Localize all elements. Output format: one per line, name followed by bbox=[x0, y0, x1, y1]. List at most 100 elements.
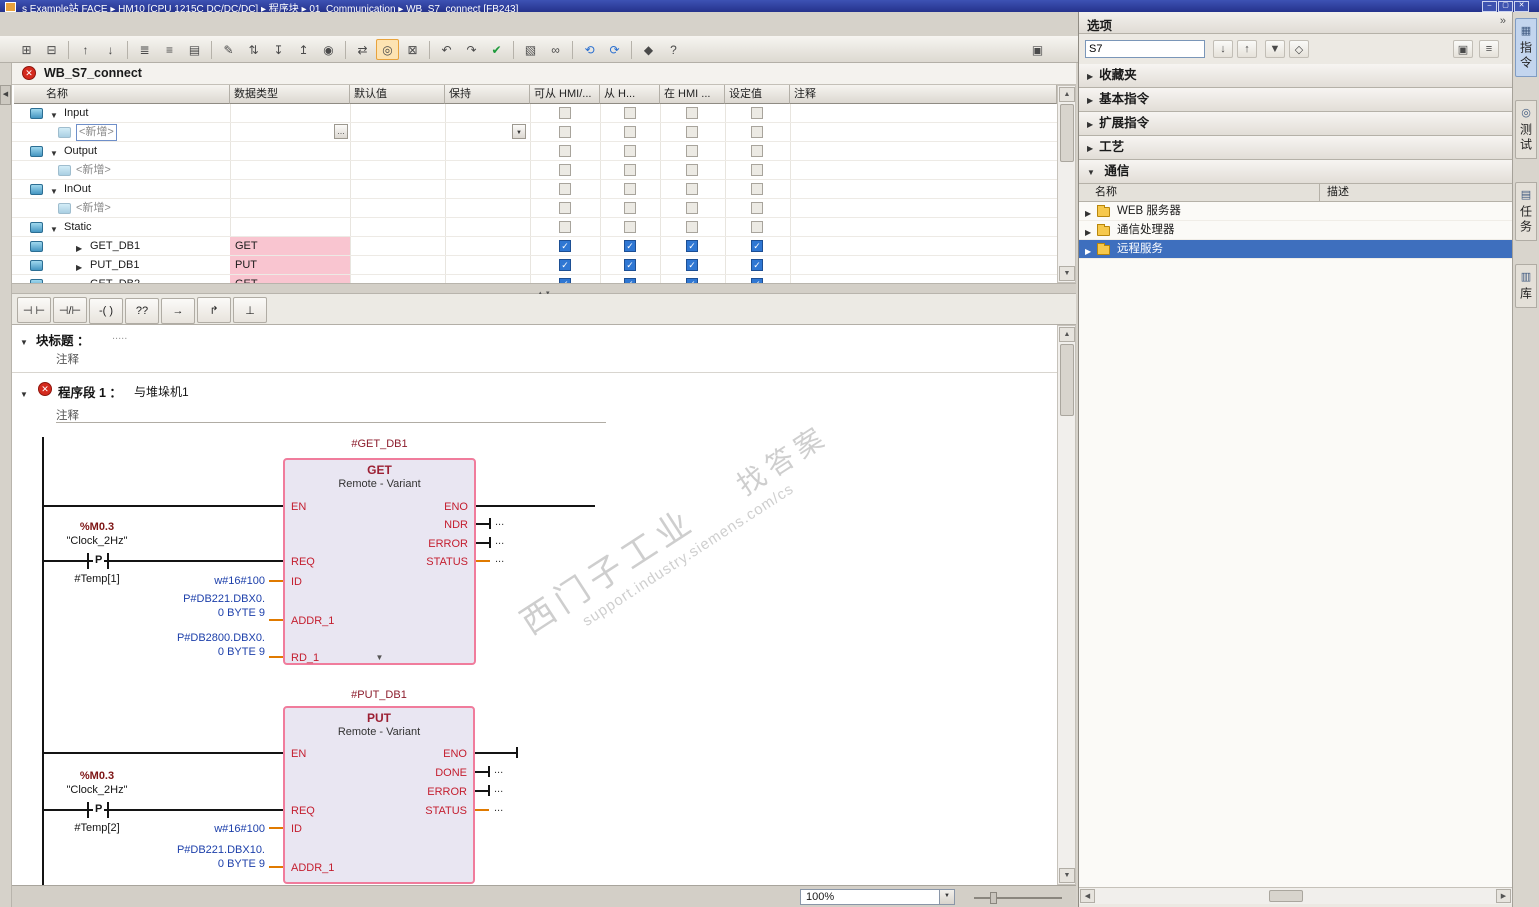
col-header-setpoint[interactable]: 设定值 bbox=[725, 85, 790, 104]
hmi-checkbox[interactable] bbox=[559, 240, 571, 252]
help-icon[interactable]: ? bbox=[662, 39, 685, 60]
open-branch-icon[interactable]: → bbox=[161, 297, 195, 324]
insert-row-icon[interactable]: ⊞ bbox=[15, 39, 38, 60]
zoom-select[interactable]: 100% bbox=[800, 889, 955, 905]
operand-addr1-line2[interactable]: 0 BYTE 9 bbox=[122, 607, 265, 619]
sync-online-icon[interactable]: ⟳ bbox=[603, 39, 626, 60]
upload-from-device-icon[interactable]: ↥ bbox=[292, 39, 315, 60]
pin-error[interactable]: ERROR bbox=[427, 786, 467, 798]
interface-row[interactable]: <新增> bbox=[12, 123, 1057, 142]
snapshot-icon[interactable]: ◉ bbox=[317, 39, 340, 60]
pin-status[interactable]: STATUS bbox=[426, 556, 468, 568]
instruction-search-input[interactable] bbox=[1085, 40, 1205, 58]
status-placeholder[interactable]: ... bbox=[495, 553, 504, 565]
col-header-name[interactable]: 名称 bbox=[14, 85, 230, 104]
datatype-cell[interactable]: GET bbox=[230, 275, 350, 283]
pin-req[interactable]: REQ bbox=[291, 805, 315, 817]
task-card-1[interactable]: ▦ 指令 bbox=[1515, 18, 1537, 77]
put-instance-label[interactable]: #PUT_DB1 bbox=[283, 689, 475, 701]
expand-all-icon[interactable]: ≣ bbox=[133, 39, 156, 60]
comm-folder-row[interactable]: WEB 服务器 bbox=[1079, 202, 1512, 221]
operand-addr1-line1[interactable]: P#DB221.DBX0. bbox=[122, 593, 265, 605]
network-title[interactable]: 与堆垛机1 bbox=[134, 383, 189, 400]
hmi-checkbox[interactable] bbox=[686, 145, 698, 157]
import-export-icon[interactable]: ⇅ bbox=[242, 39, 265, 60]
get-block[interactable]: GET Remote - Variant EN REQ ID ADDR_1 RD… bbox=[283, 458, 476, 665]
col-header-datatype[interactable]: 数据类型 bbox=[230, 85, 350, 104]
pin-en[interactable]: EN bbox=[291, 501, 306, 513]
hmi-checkbox[interactable] bbox=[686, 126, 698, 138]
instruction-section-1[interactable]: 基本指令 bbox=[1079, 88, 1512, 112]
hmi-checkbox[interactable] bbox=[559, 221, 571, 233]
row-name[interactable]: GET_DB2 bbox=[90, 275, 140, 283]
pin-addr1[interactable]: ADDR_1 bbox=[291, 862, 334, 874]
done-placeholder[interactable]: ... bbox=[494, 764, 503, 776]
hmi-checkbox[interactable] bbox=[686, 107, 698, 119]
hmi-checkbox[interactable] bbox=[559, 259, 571, 271]
hmi-checkbox[interactable] bbox=[686, 259, 698, 271]
insert-network-icon[interactable]: ⊥ bbox=[233, 297, 267, 323]
pin-done[interactable]: DONE bbox=[435, 767, 467, 779]
operand-addr1-line1[interactable]: P#DB221.DBX10. bbox=[122, 844, 265, 856]
retain-dropdown-button[interactable] bbox=[512, 124, 526, 139]
col-header-retain[interactable]: 保持 bbox=[445, 85, 530, 104]
consistency-check-icon[interactable]: ▧ bbox=[519, 39, 542, 60]
task-card-2[interactable]: ◎ 测试 bbox=[1515, 100, 1537, 159]
panel-list-icon[interactable]: ≡ bbox=[1479, 40, 1499, 58]
row-name[interactable]: <新增> bbox=[76, 199, 111, 217]
hmi-checkbox[interactable] bbox=[559, 107, 571, 119]
hmi-checkbox[interactable] bbox=[751, 221, 763, 233]
zoom-slider-thumb[interactable] bbox=[990, 892, 997, 904]
pane-splitter[interactable]: ▴▾ bbox=[12, 283, 1076, 297]
instruction-section-0[interactable]: 收藏夹 bbox=[1079, 64, 1512, 88]
interface-row[interactable]: Static bbox=[12, 218, 1057, 237]
operand-id[interactable]: w#16#100 bbox=[142, 823, 265, 835]
col-header-hmi-write[interactable]: 从 H... bbox=[600, 85, 660, 104]
hmi-checkbox[interactable] bbox=[559, 126, 571, 138]
ndr-placeholder[interactable]: ... bbox=[495, 516, 504, 528]
pin-error[interactable]: ERROR bbox=[428, 538, 468, 550]
maximize-button[interactable]: ▢ bbox=[1498, 1, 1513, 12]
close-branch-icon[interactable]: ↱ bbox=[197, 297, 231, 323]
folder-chevron-icon[interactable] bbox=[1085, 242, 1091, 261]
cross-reference-icon[interactable]: ∞ bbox=[544, 39, 567, 60]
canvas-scrollbar[interactable] bbox=[1057, 325, 1076, 885]
scroll-up-icon[interactable] bbox=[1059, 327, 1075, 342]
comm-folder-row[interactable]: 通信处理器 bbox=[1079, 221, 1512, 240]
comm-folder-row[interactable]: 远程服务 bbox=[1079, 240, 1512, 259]
interface-row[interactable]: <新增> bbox=[12, 161, 1057, 180]
p-edge-contact[interactable]: P bbox=[93, 803, 105, 815]
coil-icon[interactable]: -( ) bbox=[89, 297, 123, 324]
delete-row-icon[interactable]: ⊟ bbox=[40, 39, 63, 60]
find-prev-icon[interactable]: ↑ bbox=[1237, 40, 1257, 58]
operand-addr1-line2[interactable]: 0 BYTE 9 bbox=[122, 858, 265, 870]
profile-filter-icon[interactable]: ◇ bbox=[1289, 40, 1309, 58]
hmi-checkbox[interactable] bbox=[751, 107, 763, 119]
refresh-icon[interactable]: ⟲ bbox=[578, 39, 601, 60]
scroll-right-icon[interactable] bbox=[1496, 889, 1511, 903]
col-header-comment[interactable]: 注释 bbox=[790, 85, 1057, 104]
hmi-checkbox[interactable] bbox=[559, 164, 571, 176]
get-instance-label[interactable]: #GET_DB1 bbox=[283, 438, 476, 450]
p-edge-contact[interactable]: P bbox=[93, 554, 105, 566]
error-placeholder[interactable]: ... bbox=[495, 535, 504, 547]
hmi-checkbox[interactable] bbox=[751, 259, 763, 271]
table-scroll-thumb[interactable] bbox=[1060, 104, 1074, 162]
section-communication[interactable]: 通信 bbox=[1079, 160, 1512, 184]
operand-temp[interactable]: #Temp[1] bbox=[52, 573, 142, 585]
hmi-checkbox[interactable] bbox=[624, 126, 636, 138]
canvas-scroll-thumb[interactable] bbox=[1060, 344, 1074, 416]
network-comment[interactable]: 注释 bbox=[56, 407, 79, 423]
scroll-down-icon[interactable] bbox=[1059, 266, 1075, 281]
row-name[interactable]: PUT_DB1 bbox=[90, 256, 140, 274]
redo-icon[interactable]: ↷ bbox=[460, 39, 483, 60]
operand-id[interactable]: w#16#100 bbox=[142, 575, 265, 587]
datatype-cell[interactable]: PUT bbox=[230, 256, 350, 274]
monitoring-icon[interactable]: ◎ bbox=[376, 39, 399, 61]
hmi-checkbox[interactable] bbox=[559, 202, 571, 214]
hmi-checkbox[interactable] bbox=[624, 183, 636, 195]
split-editor-icon[interactable]: ▣ bbox=[1026, 39, 1049, 60]
undo-icon[interactable]: ↶ bbox=[435, 39, 458, 60]
hmi-checkbox[interactable] bbox=[686, 221, 698, 233]
operand-temp[interactable]: #Temp[2] bbox=[52, 822, 142, 834]
